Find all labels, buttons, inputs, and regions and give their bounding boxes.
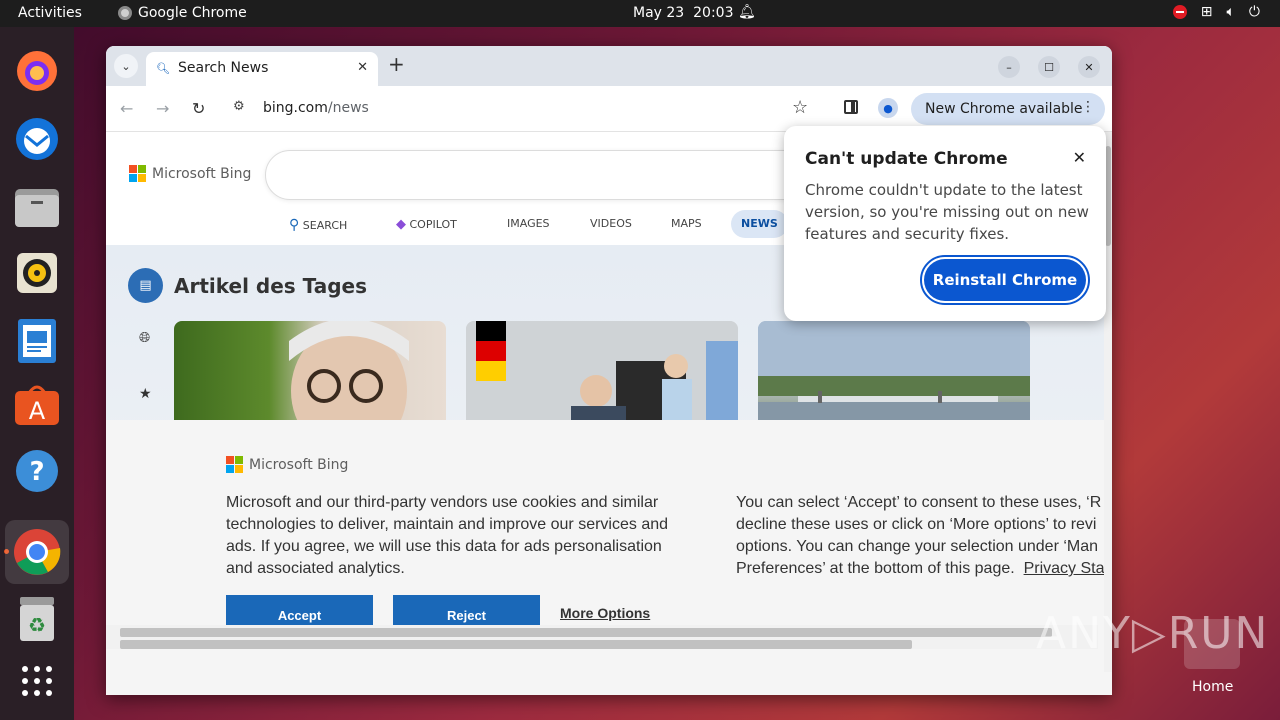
network-icon: ⊞ [1200, 4, 1213, 20]
site-info-icon[interactable]: ⚙ [233, 99, 245, 114]
bookmark-star-icon[interactable]: ☆ [792, 97, 808, 118]
tab-close-icon[interactable]: ✕ [357, 60, 368, 75]
horizontal-scrollbar[interactable] [106, 625, 1098, 649]
files-icon[interactable] [13, 183, 61, 231]
address-bar[interactable]: bing.com/news [263, 100, 369, 116]
maximize-icon[interactable]: ☐ [1038, 56, 1060, 78]
bing-search-input[interactable] [265, 150, 825, 200]
dock: A ? ♻ [0, 27, 74, 720]
trash-icon[interactable]: ♻ [13, 595, 61, 643]
nav-search[interactable]: ⚲ SEARCH [289, 217, 347, 233]
back-arrow-icon[interactable]: ← [120, 99, 133, 118]
tab-title: Search News [178, 60, 269, 76]
forward-arrow-icon[interactable]: → [156, 99, 169, 118]
news-card-image[interactable] [758, 321, 1030, 431]
horizontal-scroll-thumb[interactable] [120, 640, 912, 649]
horizontal-scroll-thumb[interactable] [120, 628, 1052, 637]
globe-icon[interactable]: 🌐︎ [139, 330, 150, 346]
nav-maps[interactable]: MAPS [671, 217, 702, 230]
article-icon: ▤ [128, 268, 163, 303]
new-tab-plus-icon[interactable]: + [388, 52, 405, 76]
search-favicon-icon: 🔍︎ [156, 62, 170, 75]
kebab-menu-icon[interactable]: ⋮ [1081, 99, 1095, 115]
power-icon: ⏻ [1248, 4, 1260, 20]
clock[interactable]: May 23 20:03 [633, 5, 733, 21]
tab-search-chevron-down-icon[interactable]: ⌄ [114, 54, 138, 78]
section-title: Artikel des Tages [174, 274, 367, 298]
home-label: Home [1192, 679, 1234, 695]
cookie-bing-logo: Microsoft Bing [226, 456, 348, 473]
microsoft-logo-icon [226, 456, 243, 473]
help-icon[interactable]: ? [13, 447, 61, 495]
star-icon[interactable]: ★ [139, 386, 152, 402]
nav-videos[interactable]: VIDEOS [590, 217, 632, 230]
profile-avatar-icon[interactable]: ● [878, 98, 898, 118]
search-icon: ⚲ [289, 217, 300, 233]
svg-text:A: A [29, 397, 46, 425]
top-bar: Activities Google Chrome May 23 20:03 🔔︎… [0, 0, 1280, 27]
more-options-link[interactable]: More Options [560, 605, 650, 621]
cookie-text-right: You can select ‘Accept’ to consent to th… [736, 494, 1105, 577]
news-card-image[interactable] [174, 321, 446, 431]
app-grid-icon[interactable] [13, 657, 61, 705]
firefox-icon[interactable] [13, 47, 61, 95]
writer-icon[interactable] [13, 317, 61, 365]
svg-text:?: ? [29, 457, 44, 487]
svg-text:♻: ♻ [28, 613, 46, 637]
do-not-disturb-icon [1172, 5, 1187, 19]
app-center-icon[interactable]: A [13, 381, 61, 429]
side-panel-icon[interactable] [844, 100, 858, 114]
cookie-text-left: Microsoft and our third-party vendors us… [226, 494, 669, 577]
volume-icon: 🔈︎ [1226, 4, 1235, 20]
dialog-body: Chrome couldn't update to the latest ver… [805, 181, 1089, 243]
tab-search-news[interactable]: 🔍︎ Search News ✕ [146, 52, 378, 86]
cookie-consent-banner: Microsoft Bing Microsoft and our third-p… [106, 420, 1112, 695]
tab-strip: ⌄ 🔍︎ Search News ✕ + – ☐ ✕ [106, 46, 1112, 86]
reinstall-chrome-button[interactable]: Reinstall Chrome [920, 255, 1090, 305]
news-card-image[interactable] [466, 321, 738, 431]
notification-bell-icon[interactable]: 🔔︎ [738, 4, 756, 20]
home-folder-icon[interactable] [1184, 619, 1240, 669]
microsoft-logo-icon [129, 165, 146, 182]
nav-images[interactable]: IMAGES [507, 217, 550, 230]
chrome-icon[interactable] [5, 520, 69, 584]
close-window-icon[interactable]: ✕ [1078, 56, 1100, 78]
new-chrome-available-button[interactable]: New Chrome available ⋮ [911, 93, 1105, 125]
activities-button[interactable]: Activities [18, 5, 82, 21]
app-menu[interactable]: Google Chrome [118, 5, 247, 21]
thunderbird-icon[interactable] [13, 115, 61, 163]
bing-logo[interactable]: Microsoft Bing [129, 165, 251, 182]
cant-update-chrome-dialog: Can't update Chrome ✕ Chrome couldn't up… [784, 126, 1106, 321]
dialog-close-icon[interactable]: ✕ [1073, 148, 1086, 167]
nav-copilot[interactable]: ◆ COPILOT [396, 217, 457, 232]
dialog-title: Can't update Chrome [805, 149, 1008, 169]
reload-icon[interactable]: ↻ [192, 99, 205, 118]
chrome-small-icon [118, 6, 132, 20]
nav-news[interactable]: NEWS [731, 210, 788, 238]
app-name: Google Chrome [138, 5, 247, 21]
privacy-statement-link[interactable]: Privacy Sta [1024, 560, 1105, 577]
copilot-icon: ◆ [396, 217, 406, 232]
minimize-icon[interactable]: – [998, 56, 1020, 78]
system-tray[interactable]: ⊞ 🔈︎ ⏻ [1172, 4, 1260, 20]
rhythmbox-icon[interactable] [13, 249, 61, 297]
